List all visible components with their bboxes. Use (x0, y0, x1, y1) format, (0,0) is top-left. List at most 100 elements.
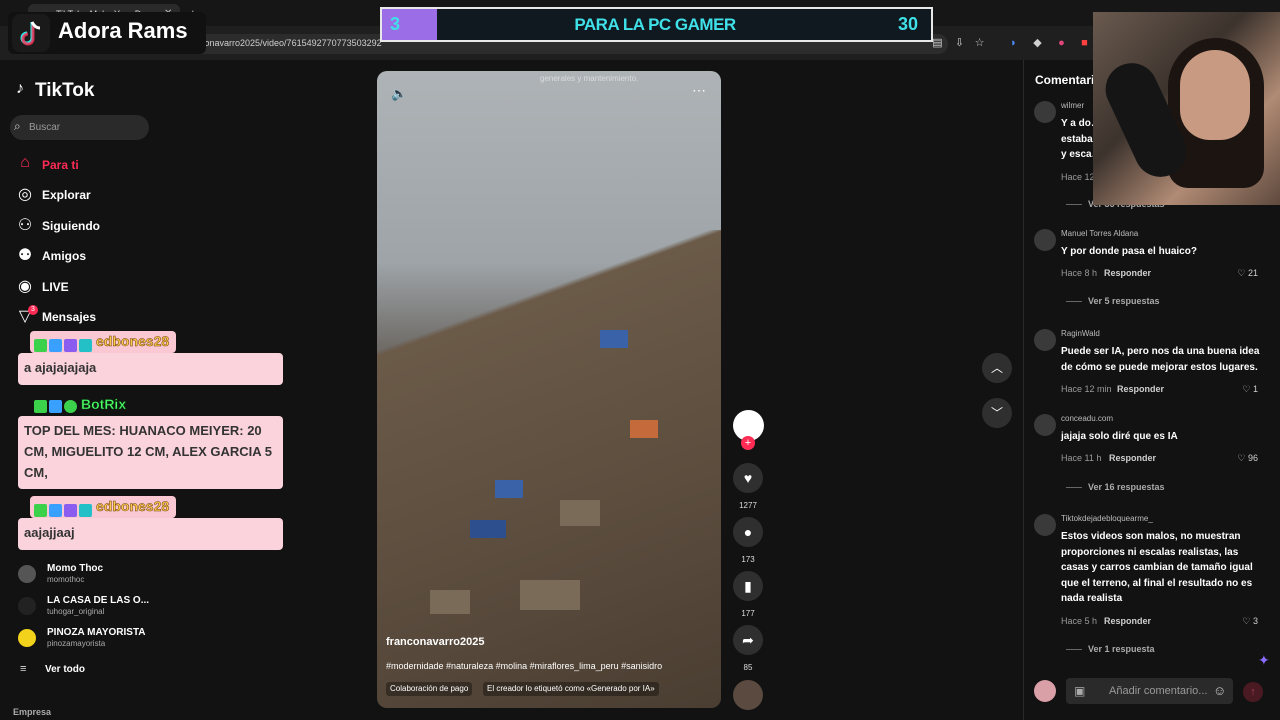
extension-icon[interactable]: ◆ (1031, 37, 1044, 50)
like-icon[interactable]: ♥ (733, 463, 763, 493)
video-frame-detail (630, 420, 658, 438)
ai-generated-label: El creador lo etiquetó como «Generado po… (483, 682, 659, 696)
volume-icon[interactable]: 🔈 (391, 86, 407, 102)
previous-video-button[interactable]: ︿ (982, 353, 1012, 383)
extension-icon[interactable]: ● (1055, 37, 1068, 50)
gift-icon[interactable]: ▣ (1074, 684, 1085, 698)
comment-text: Puede ser IA, pero nos da una buena idea… (1061, 346, 1260, 373)
comment-likes[interactable]: ♡ 96 (1237, 453, 1258, 464)
comment-user[interactable]: RaginWald (1061, 329, 1100, 338)
comment-user[interactable]: conceadu.com (1061, 414, 1113, 423)
video-frame-detail (430, 590, 470, 614)
chat-username: edbones28 (96, 333, 170, 350)
nav-label: Para ti (42, 158, 79, 172)
account-handle: momothoc (47, 575, 85, 584)
view-replies-link[interactable]: Ver 1 respuesta (1066, 644, 1155, 654)
install-icon[interactable]: ⇩ (953, 37, 966, 50)
nav-following[interactable]: ⚇ Siguiendo (16, 215, 166, 239)
reply-button[interactable]: Responder (1104, 616, 1151, 626)
share-icon[interactable]: ➦ (733, 625, 763, 655)
avatar[interactable] (1034, 414, 1056, 436)
account-name: Momo Thoc (47, 563, 104, 574)
nav-label: LIVE (42, 280, 69, 294)
live-icon: ◉ (18, 278, 32, 295)
nav-label: Amigos (42, 249, 87, 263)
like-count: 96 (1247, 453, 1258, 463)
tiktok-logo-icon[interactable]: ♪ (16, 80, 24, 98)
view-replies-link[interactable]: Ver 5 respuestas (1066, 296, 1160, 306)
emoji-icon[interactable]: ☺ (1213, 683, 1226, 698)
chat-badge-icon (34, 400, 47, 413)
followed-account[interactable]: PINOZA MAYORISTA pinozamayorista (18, 627, 238, 653)
nav-label: Siguiendo (42, 219, 100, 233)
reply-button[interactable]: Responder (1104, 268, 1151, 278)
video-author[interactable]: franconavarro2025 (386, 636, 484, 648)
next-video-button[interactable]: ﹀ (982, 398, 1012, 428)
avatar (18, 597, 36, 615)
comment-user[interactable]: Manuel Torres Aldana (1061, 229, 1138, 238)
extension-icon[interactable]: ◗ (1007, 37, 1020, 50)
comment-time: Hace 12 (1061, 172, 1095, 182)
chat-message: TOP DEL MES: HUANACO MEIYER: 20 CM, MIGU… (18, 416, 283, 489)
comment-likes[interactable]: ♡ 1 (1242, 384, 1258, 395)
search-icon: ⌕ (14, 119, 21, 133)
nav-messages[interactable]: ▽ Mensajes (16, 306, 166, 330)
avatar[interactable] (1034, 680, 1056, 702)
nav-for-you[interactable]: ⌂ Para ti (16, 154, 166, 178)
sound-disc-icon[interactable] (733, 680, 763, 710)
followed-account[interactable]: Momo Thoc momothoc (18, 563, 238, 589)
streamer-name: Adora Rams (58, 18, 188, 43)
like-count: 3 (1252, 616, 1258, 626)
like-count: 1 (1252, 384, 1258, 394)
nav-live[interactable]: ◉ LIVE (16, 276, 166, 300)
bookmark-icon[interactable]: ▮ (733, 571, 763, 601)
avatar[interactable] (1034, 329, 1056, 351)
chat-badge-icon (34, 504, 47, 517)
comment-time: Hace 12 min (1061, 384, 1112, 394)
comment-user[interactable]: Tiktokdejadebloquearme_ (1061, 514, 1153, 523)
like-count: 1277 (739, 501, 757, 510)
more-options-icon[interactable]: ⋯ (692, 82, 706, 99)
chat-message: aajajjaaj (18, 518, 283, 550)
comment-time: Hace 11 h (1061, 453, 1102, 463)
video-frame-detail (495, 480, 523, 498)
comment-input[interactable]: Añadir comentario... (1109, 685, 1207, 697)
comment-likes[interactable]: ♡ 21 (1237, 268, 1258, 279)
webcam-person-face (1180, 50, 1250, 140)
reply-button[interactable]: Responder (1109, 453, 1156, 463)
post-comment-button[interactable]: ↑ (1243, 682, 1263, 702)
chat-message: a ajajajajaja (18, 353, 283, 385)
goal-target-value: 30 (898, 14, 919, 34)
view-replies-link[interactable]: Ver 16 respuestas (1066, 482, 1165, 492)
chat-badge-icon (79, 339, 92, 352)
video-hashtags[interactable]: #modernidade #naturaleza #molina #mirafl… (386, 661, 662, 671)
search-input[interactable]: Buscar (29, 122, 60, 133)
followed-account[interactable]: LA CASA DE LAS O... tuhogar_original (18, 595, 238, 621)
reply-button[interactable]: Responder (1117, 384, 1164, 394)
chat-badge-icon (64, 339, 77, 352)
tiktok-logo[interactable]: TikTok (35, 80, 94, 102)
account-handle: tuhogar_original (47, 607, 105, 616)
comment-time: Hace 5 h (1061, 616, 1098, 626)
comment-count: 173 (741, 555, 755, 564)
nav-friends[interactable]: ⚉ Amigos (16, 245, 166, 269)
bookmark-star-icon[interactable]: ☆ (973, 37, 986, 50)
nav-label: Explorar (42, 188, 91, 202)
comment-text: Estos videos son malos, no muestran prop… (1061, 531, 1253, 604)
extension-icon[interactable]: ■ (1078, 37, 1091, 50)
comment-likes[interactable]: ♡ 3 (1242, 616, 1258, 627)
footer-company-link[interactable]: Empresa (13, 707, 51, 717)
avatar[interactable] (1034, 101, 1056, 123)
follow-plus-icon[interactable]: + (741, 436, 755, 450)
comment-icon[interactable]: ● (733, 517, 763, 547)
nav-explore[interactable]: ◎ Explorar (16, 184, 166, 208)
account-name: PINOZA MAYORISTA (47, 627, 146, 638)
chat-badge-icon (49, 339, 62, 352)
nav-label: Mensajes (42, 310, 97, 324)
avatar[interactable] (1034, 229, 1056, 251)
avatar[interactable] (1034, 514, 1056, 536)
chat-badge-icon (79, 504, 92, 517)
following-icon: ⚇ (17, 217, 33, 234)
comment-user[interactable]: wilmer (1061, 101, 1084, 110)
see-all-link[interactable]: Ver todo (45, 664, 85, 675)
